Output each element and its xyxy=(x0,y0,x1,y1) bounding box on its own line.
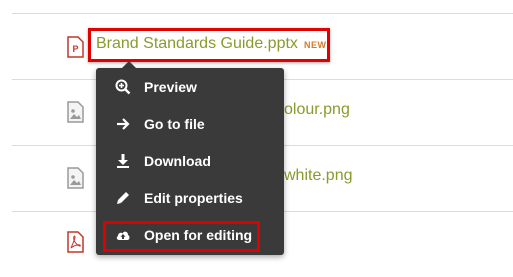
context-menu-arrow xyxy=(122,61,136,68)
pdf-file-icon xyxy=(66,231,84,253)
download-icon xyxy=(115,153,131,169)
new-badge: NEW xyxy=(304,40,327,50)
menu-item-download[interactable]: Download xyxy=(96,142,284,179)
pencil-icon xyxy=(115,190,131,206)
zoom-in-icon xyxy=(115,79,131,95)
image-file-icon xyxy=(66,101,84,123)
menu-item-go-to-file[interactable]: Go to file xyxy=(96,105,284,142)
powerpoint-file-icon: P xyxy=(66,36,84,58)
menu-item-highlight-box xyxy=(103,221,260,252)
menu-item-preview[interactable]: Preview xyxy=(96,68,284,105)
svg-text:P: P xyxy=(72,44,78,54)
menu-item-label: Edit properties xyxy=(144,189,243,206)
file-name-link[interactable]: olour.png xyxy=(284,101,350,119)
menu-item-label: Preview xyxy=(144,78,197,95)
image-file-icon xyxy=(66,167,84,189)
file-name-link[interactable]: Brand Standards Guide.pptx xyxy=(96,35,298,53)
file-name-link[interactable]: white.png xyxy=(284,167,353,185)
menu-item-label: Download xyxy=(144,152,211,169)
arrow-right-icon xyxy=(115,116,131,132)
menu-item-label: Go to file xyxy=(144,115,205,132)
menu-item-edit-properties[interactable]: Edit properties xyxy=(96,179,284,216)
